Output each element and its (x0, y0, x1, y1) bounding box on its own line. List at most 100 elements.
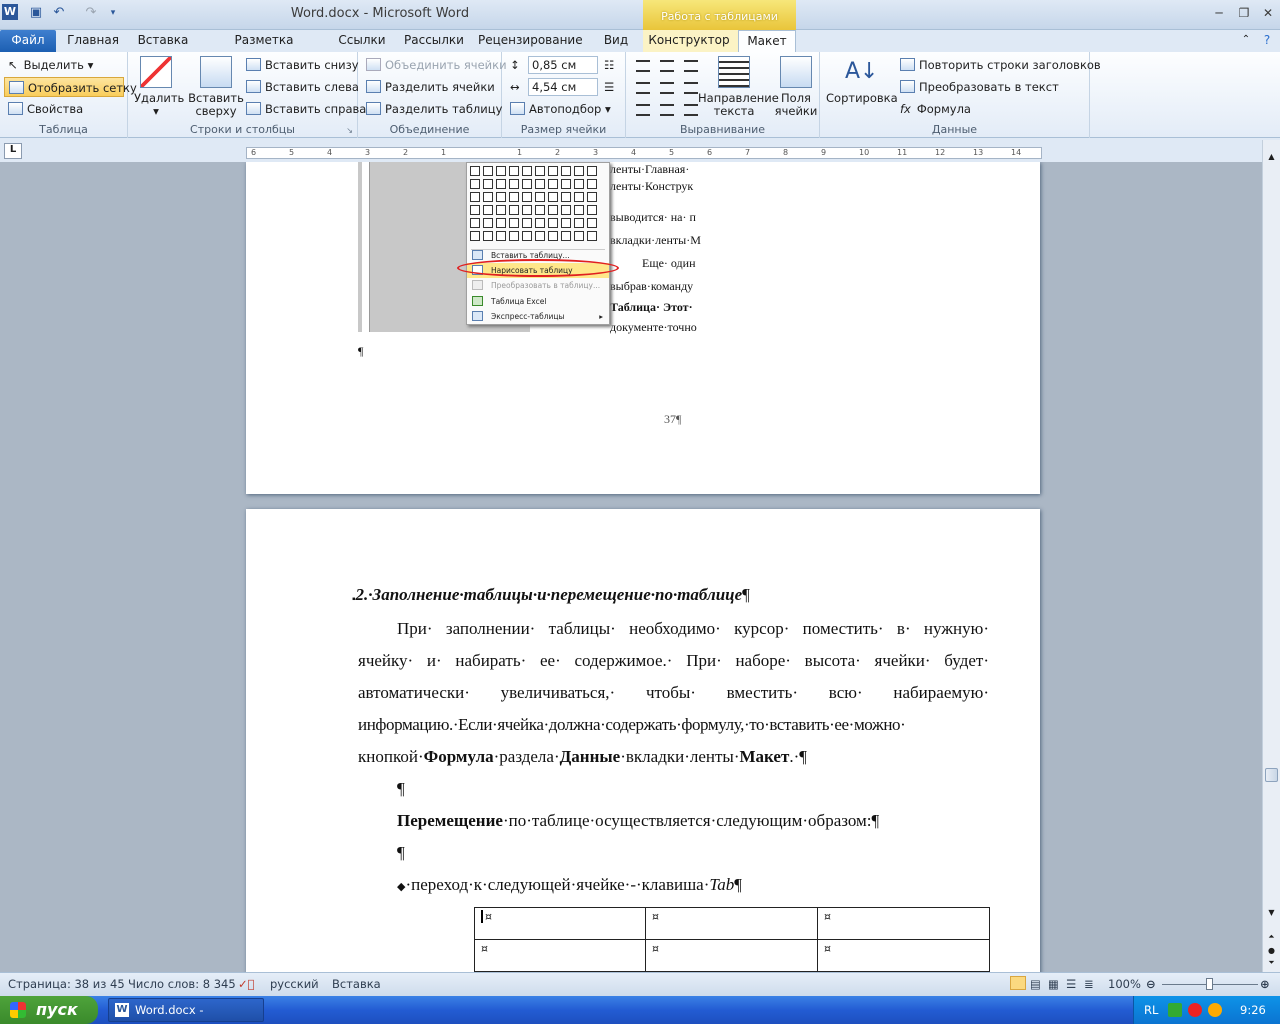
grid-cell[interactable] (522, 218, 532, 228)
dialog-launcher-icon[interactable]: ↘ (346, 126, 353, 135)
tab-view[interactable]: Вид (596, 30, 636, 52)
prev-page-icon[interactable]: ⏶ (1265, 932, 1278, 944)
next-page-icon[interactable]: ⏷ (1265, 958, 1278, 970)
grid-cell[interactable] (496, 205, 506, 215)
tab-insert[interactable]: Вставка (134, 30, 192, 52)
grid-cell[interactable] (509, 218, 519, 228)
tab-page-layout[interactable]: Разметка страницы (205, 30, 323, 67)
grid-cell[interactable] (561, 166, 571, 176)
table-cell[interactable]: ¤ (475, 940, 646, 972)
grid-cell[interactable] (561, 218, 571, 228)
grid-cell[interactable] (561, 205, 571, 215)
close-button[interactable]: ✕ (1256, 4, 1280, 22)
grid-cell[interactable] (522, 166, 532, 176)
grid-cell[interactable] (509, 192, 519, 202)
tab-design[interactable]: Конструктор (648, 30, 730, 52)
repeat-header-rows-button[interactable]: Повторить строки заголовков (900, 55, 1101, 75)
grid-cell[interactable] (561, 231, 571, 241)
status-language[interactable]: русский (270, 977, 319, 991)
grid-cell[interactable] (522, 231, 532, 241)
network-icon[interactable] (1168, 1003, 1182, 1017)
insert-right-button[interactable]: Вставить справа (246, 99, 366, 119)
grid-cell[interactable] (522, 192, 532, 202)
align-middle-left-icon[interactable] (636, 82, 650, 94)
grid-cell[interactable] (548, 179, 558, 189)
table-cell[interactable]: ¤ (646, 940, 818, 972)
scroll-down-icon[interactable]: ▼ (1265, 908, 1278, 920)
grid-cell[interactable] (470, 179, 480, 189)
clock[interactable]: 9:26 (1240, 996, 1266, 1024)
cell-margins-button[interactable]: Поля ячейки (774, 56, 818, 118)
sort-button[interactable]: A↓ Сортировка (826, 56, 898, 105)
browse-object-icon[interactable]: ● (1265, 946, 1278, 958)
tab-references[interactable]: Ссылки (335, 30, 389, 52)
grid-cell[interactable] (548, 192, 558, 202)
grid-cell[interactable] (509, 231, 519, 241)
restore-button[interactable]: ❐ (1232, 4, 1256, 22)
grid-cell[interactable] (587, 179, 597, 189)
tab-review[interactable]: Рецензирование (478, 30, 583, 52)
align-bottom-center-icon[interactable] (660, 104, 674, 116)
grid-cell[interactable] (496, 231, 506, 241)
grid-cell[interactable] (470, 231, 480, 241)
antivirus-icon[interactable] (1188, 1003, 1202, 1017)
scroll-up-icon[interactable]: ▲ (1265, 152, 1278, 164)
outline-view-icon[interactable]: ☰ (1066, 977, 1076, 991)
tab-file[interactable]: Файл (0, 30, 56, 52)
insert-above-button[interactable]: Вставить сверху (188, 56, 244, 118)
grid-cell[interactable] (548, 205, 558, 215)
menu-quick-tables[interactable]: Экспресс-таблицы ▸ (467, 309, 609, 324)
tab-mailings[interactable]: Рассылки (402, 30, 466, 52)
grid-cell[interactable] (548, 166, 558, 176)
proofing-icon[interactable]: ✓⃝ (238, 977, 255, 991)
vertical-scrollbar[interactable]: ▲ ▼ ⏶ ● ⏷ (1262, 140, 1280, 972)
grid-cell[interactable] (535, 231, 545, 241)
grid-cell[interactable] (587, 218, 597, 228)
zoom-slider-thumb[interactable] (1206, 978, 1213, 990)
grid-cell[interactable] (470, 192, 480, 202)
select-button[interactable]: ↖ Выделить ▾ (8, 55, 93, 75)
zoom-out-icon[interactable]: ⊖ (1146, 977, 1156, 991)
grid-cell[interactable] (587, 205, 597, 215)
align-top-center-icon[interactable] (660, 60, 674, 72)
grid-cell[interactable] (470, 205, 480, 215)
grid-cell[interactable] (496, 218, 506, 228)
table-cell[interactable]: ¤ (475, 908, 646, 940)
grid-cell[interactable] (587, 231, 597, 241)
taskbar-word-button[interactable]: WWord.docx - Microsof... (108, 998, 264, 1022)
zoom-in-icon[interactable]: ⊕ (1260, 977, 1270, 991)
tab-selector-button[interactable]: L (4, 143, 22, 159)
align-middle-center-icon[interactable] (660, 82, 674, 94)
grid-cell[interactable] (574, 192, 584, 202)
column-width-input[interactable]: 4,54 см (528, 78, 598, 96)
grid-cell[interactable] (574, 218, 584, 228)
tab-home[interactable]: Главная (64, 30, 122, 52)
help-icon[interactable]: ? (1258, 30, 1276, 52)
properties-button[interactable]: Свойства (8, 99, 83, 119)
table-size-grid[interactable] (470, 166, 606, 246)
draft-view-icon[interactable]: ≣ (1084, 977, 1094, 991)
table-cell[interactable]: ¤ (646, 908, 818, 940)
distribute-cols-icon[interactable]: ☰ (604, 77, 614, 97)
print-layout-view-icon[interactable] (1010, 976, 1026, 990)
tab-layout[interactable]: Макет (738, 30, 796, 52)
grid-cell[interactable] (587, 192, 597, 202)
table-cell[interactable]: ¤ (818, 908, 990, 940)
grid-cell[interactable] (535, 192, 545, 202)
grid-cell[interactable] (496, 166, 506, 176)
grid-cell[interactable] (483, 218, 493, 228)
grid-cell[interactable] (535, 166, 545, 176)
text-direction-button[interactable]: Направление текста (698, 56, 779, 118)
align-middle-right-icon[interactable] (684, 82, 698, 94)
menu-convert-to-table[interactable]: Преобразовать в таблицу... (467, 278, 609, 293)
grid-cell[interactable] (561, 192, 571, 202)
grid-cell[interactable] (470, 166, 480, 176)
grid-cell[interactable] (496, 179, 506, 189)
table-cell[interactable]: ¤ (818, 940, 990, 972)
start-button[interactable]: пуск (0, 996, 98, 1024)
grid-cell[interactable] (483, 192, 493, 202)
convert-to-text-button[interactable]: Преобразовать в текст (900, 77, 1059, 97)
grid-cell[interactable] (509, 205, 519, 215)
document-table[interactable]: ¤ ¤ ¤ ¤ ¤ ¤ (474, 907, 990, 972)
minimize-ribbon-icon[interactable]: ⌃ (1238, 30, 1254, 52)
